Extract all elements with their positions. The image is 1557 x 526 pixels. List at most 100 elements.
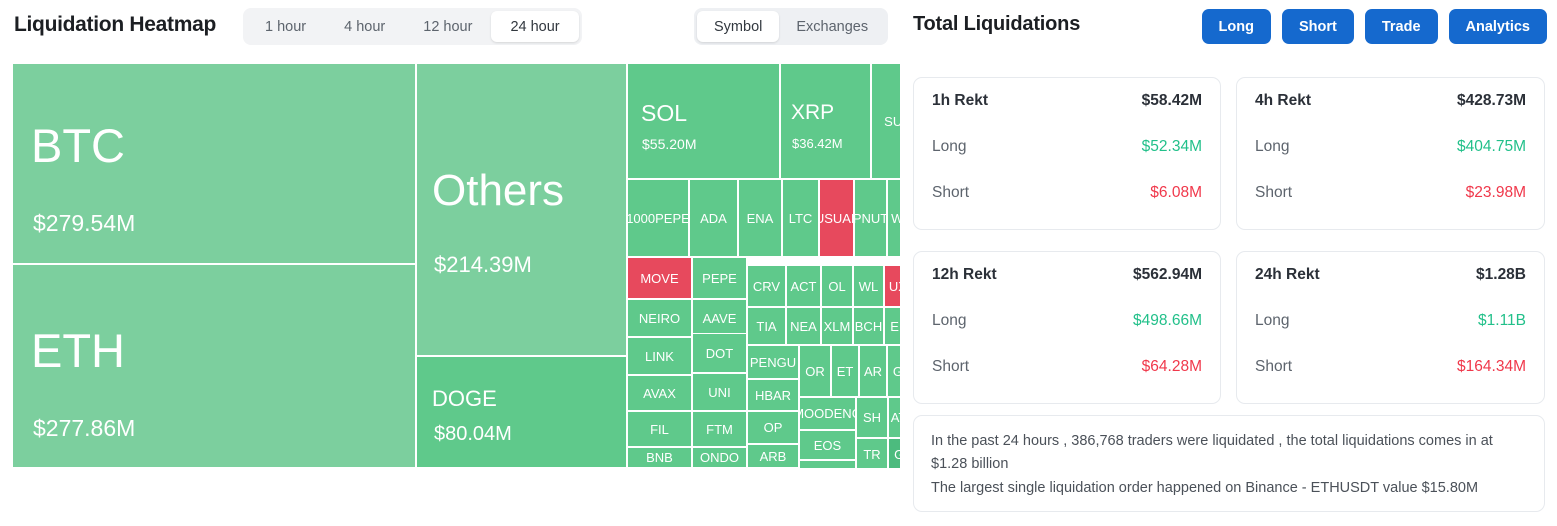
treemap-tile-pengu[interactable]: PENGU xyxy=(747,345,799,379)
treemap-tile-pnut[interactable]: PNUT xyxy=(854,179,887,257)
treemap-tile-btc[interactable]: BTC $279.54M xyxy=(12,63,416,264)
stat-row-short: Short $164.34M xyxy=(1255,358,1526,376)
treemap-tile-others[interactable]: Others $214.39M xyxy=(416,63,627,356)
treemap-tile-ondo[interactable]: ONDO xyxy=(692,447,747,468)
treemap-tile-eth[interactable]: ETH $277.86M xyxy=(12,264,416,468)
stat-long-label: Long xyxy=(1255,138,1290,155)
treemap-tile-bnb[interactable]: BNB xyxy=(627,447,692,468)
treemap-tile-xlm[interactable]: XLM xyxy=(821,307,853,345)
treemap-tile-usual[interactable]: USUAL xyxy=(819,179,854,257)
treemap-tile-doge[interactable]: DOGE $80.04M xyxy=(416,356,627,468)
treemap-tile-nea[interactable]: NEA xyxy=(786,307,821,345)
long-button[interactable]: Long xyxy=(1201,9,1271,44)
view-mode-segmented-control[interactable]: Symbol Exchanges xyxy=(694,8,889,45)
treemap-tile-symbol: HBAR xyxy=(754,387,792,403)
treemap-tile-sol[interactable]: SOL $55.20M xyxy=(627,63,780,179)
treemap-tile-symbol: FIL xyxy=(650,421,669,437)
stat-card-24h[interactable]: 24h Rekt $1.28B Long $1.11B Short $164.3… xyxy=(1236,251,1545,404)
treemap-tile-ena[interactable]: ENA xyxy=(738,179,782,257)
treemap-tile-bch[interactable]: BCH xyxy=(853,307,884,345)
stat-card-4h[interactable]: 4h Rekt $428.73M Long $404.75M Short $23… xyxy=(1236,77,1545,230)
treemap-tile-sh[interactable]: SH xyxy=(856,397,888,438)
stat-row-long: Long $404.75M xyxy=(1255,138,1526,156)
timeframe-option-24-hour[interactable]: 24 hour xyxy=(491,11,579,42)
treemap-tile-arb[interactable]: ARB xyxy=(747,444,799,468)
treemap-tile-symbol: UXL xyxy=(888,278,900,294)
treemap-tile-xrp[interactable]: XRP $36.42M xyxy=(780,63,871,179)
treemap-tile-go[interactable]: GO xyxy=(887,345,900,397)
treemap-tile-1000pepe[interactable]: 1000PEPE xyxy=(627,179,689,257)
treemap-tile-symbol: GO xyxy=(893,365,900,378)
treemap-tile-move[interactable]: MOVE xyxy=(627,257,692,299)
treemap-tile-eig[interactable]: EIG xyxy=(884,307,900,345)
stat-short-label: Short xyxy=(1255,184,1293,201)
analytics-button[interactable]: Analytics xyxy=(1448,9,1547,44)
treemap-tile-symbol: XLM xyxy=(823,318,851,334)
liquidation-treemap[interactable]: BTC $279.54M ETH $277.86M Others $214.39… xyxy=(12,63,900,468)
treemap-tile-ar[interactable]: AR xyxy=(859,345,887,397)
treemap-tile-aave[interactable]: AAVE xyxy=(692,299,747,337)
treemap-tile-uni[interactable]: UNI xyxy=(692,373,747,411)
treemap-tile-ol[interactable]: OL xyxy=(821,265,853,307)
treemap-tile-pepe[interactable]: PEPE xyxy=(692,257,747,299)
treemap-tile-inj[interactable]: INJ xyxy=(799,460,856,468)
treemap-tile-wif[interactable]: WIF xyxy=(887,179,900,257)
trade-button[interactable]: Trade xyxy=(1364,9,1438,44)
treemap-tile-symbol: OR xyxy=(805,363,825,379)
treemap-tile-moodeng[interactable]: MOODENG xyxy=(799,397,856,430)
timeframe-option-4-hour[interactable]: 4 hour xyxy=(325,11,404,42)
treemap-tile-fil[interactable]: FIL xyxy=(627,411,692,447)
short-button[interactable]: Short xyxy=(1281,9,1354,44)
stat-long-label: Long xyxy=(932,138,967,155)
treemap-tile-symbol: SUI xyxy=(884,113,900,129)
stat-row-short: Short $23.98M xyxy=(1255,184,1526,202)
treemap-tile-ftm[interactable]: FTM xyxy=(692,411,747,447)
treemap-tile-sui[interactable]: SUI xyxy=(871,63,900,179)
treemap-tile-symbol: INJ xyxy=(818,467,838,468)
treemap-tile-hbar[interactable]: HBAR xyxy=(747,379,799,411)
treemap-tile-symbol: MOVE xyxy=(640,270,679,286)
treemap-tile-symbol: ET xyxy=(836,363,854,379)
treemap-tile-dot[interactable]: DOT xyxy=(692,333,747,373)
treemap-tile-symbol: WL xyxy=(858,278,879,294)
treemap-tile-value: $55.20M xyxy=(642,136,697,152)
treemap-tile-wl[interactable]: WL xyxy=(853,265,884,307)
treemap-tile-neiro[interactable]: NEIRO xyxy=(627,299,692,337)
view-mode-symbol[interactable]: Symbol xyxy=(697,11,780,42)
stat-card-12h[interactable]: 12h Rekt $562.94M Long $498.66M Short $6… xyxy=(913,251,1221,404)
stat-row-total: 24h Rekt $1.28B xyxy=(1255,266,1526,284)
treemap-tile-symbol: LINK xyxy=(645,348,674,364)
treemap-tile-eos[interactable]: EOS xyxy=(799,430,856,460)
stat-period-label: 4h Rekt xyxy=(1255,92,1311,109)
treemap-tile-symbol: PENGU xyxy=(749,354,797,370)
treemap-tile-ada[interactable]: ADA xyxy=(689,179,738,257)
timeframe-option-12-hour[interactable]: 12 hour xyxy=(404,11,491,42)
treemap-tile-uxl[interactable]: UXL xyxy=(884,265,900,307)
treemap-tile-act[interactable]: ACT xyxy=(786,265,821,307)
stat-total-value: $1.28B xyxy=(1476,266,1526,283)
treemap-tile-symbol: ATO xyxy=(890,410,900,425)
treemap-tile-avax[interactable]: AVAX xyxy=(627,375,692,411)
treemap-tile-symbol: UNI xyxy=(708,384,731,400)
timeframe-segmented-control[interactable]: 1 hour 4 hour 12 hour 24 hour xyxy=(243,8,582,45)
treemap-tile-link[interactable]: LINK xyxy=(627,337,692,375)
treemap-tile-crv[interactable]: CRV xyxy=(747,265,786,307)
treemap-tile-value: $279.54M xyxy=(33,210,136,236)
stat-short-label: Short xyxy=(932,184,970,201)
treemap-tile-symbol: ADA xyxy=(700,210,727,226)
treemap-tile-ato[interactable]: ATO xyxy=(888,397,900,438)
treemap-tile-ga[interactable]: GA xyxy=(888,438,900,468)
stat-card-1h[interactable]: 1h Rekt $58.42M Long $52.34M Short $6.08… xyxy=(913,77,1221,230)
treemap-tile-et[interactable]: ET xyxy=(831,345,859,397)
treemap-tile-op[interactable]: OP xyxy=(747,411,799,444)
view-mode-exchanges[interactable]: Exchanges xyxy=(779,11,885,42)
treemap-tile-symbol: AR xyxy=(863,363,883,379)
treemap-tile-tr[interactable]: TR xyxy=(856,438,888,468)
top-toolbar: Liquidation Heatmap 1 hour 4 hour 12 hou… xyxy=(0,0,1557,54)
treemap-tile-ltc[interactable]: LTC xyxy=(782,179,819,257)
treemap-tile-symbol: FTM xyxy=(706,421,733,437)
treemap-tile-or[interactable]: OR xyxy=(799,345,831,397)
timeframe-option-1-hour[interactable]: 1 hour xyxy=(246,11,325,42)
treemap-tile-symbol: PEPE xyxy=(702,270,737,286)
treemap-tile-tia[interactable]: TIA xyxy=(747,307,786,345)
